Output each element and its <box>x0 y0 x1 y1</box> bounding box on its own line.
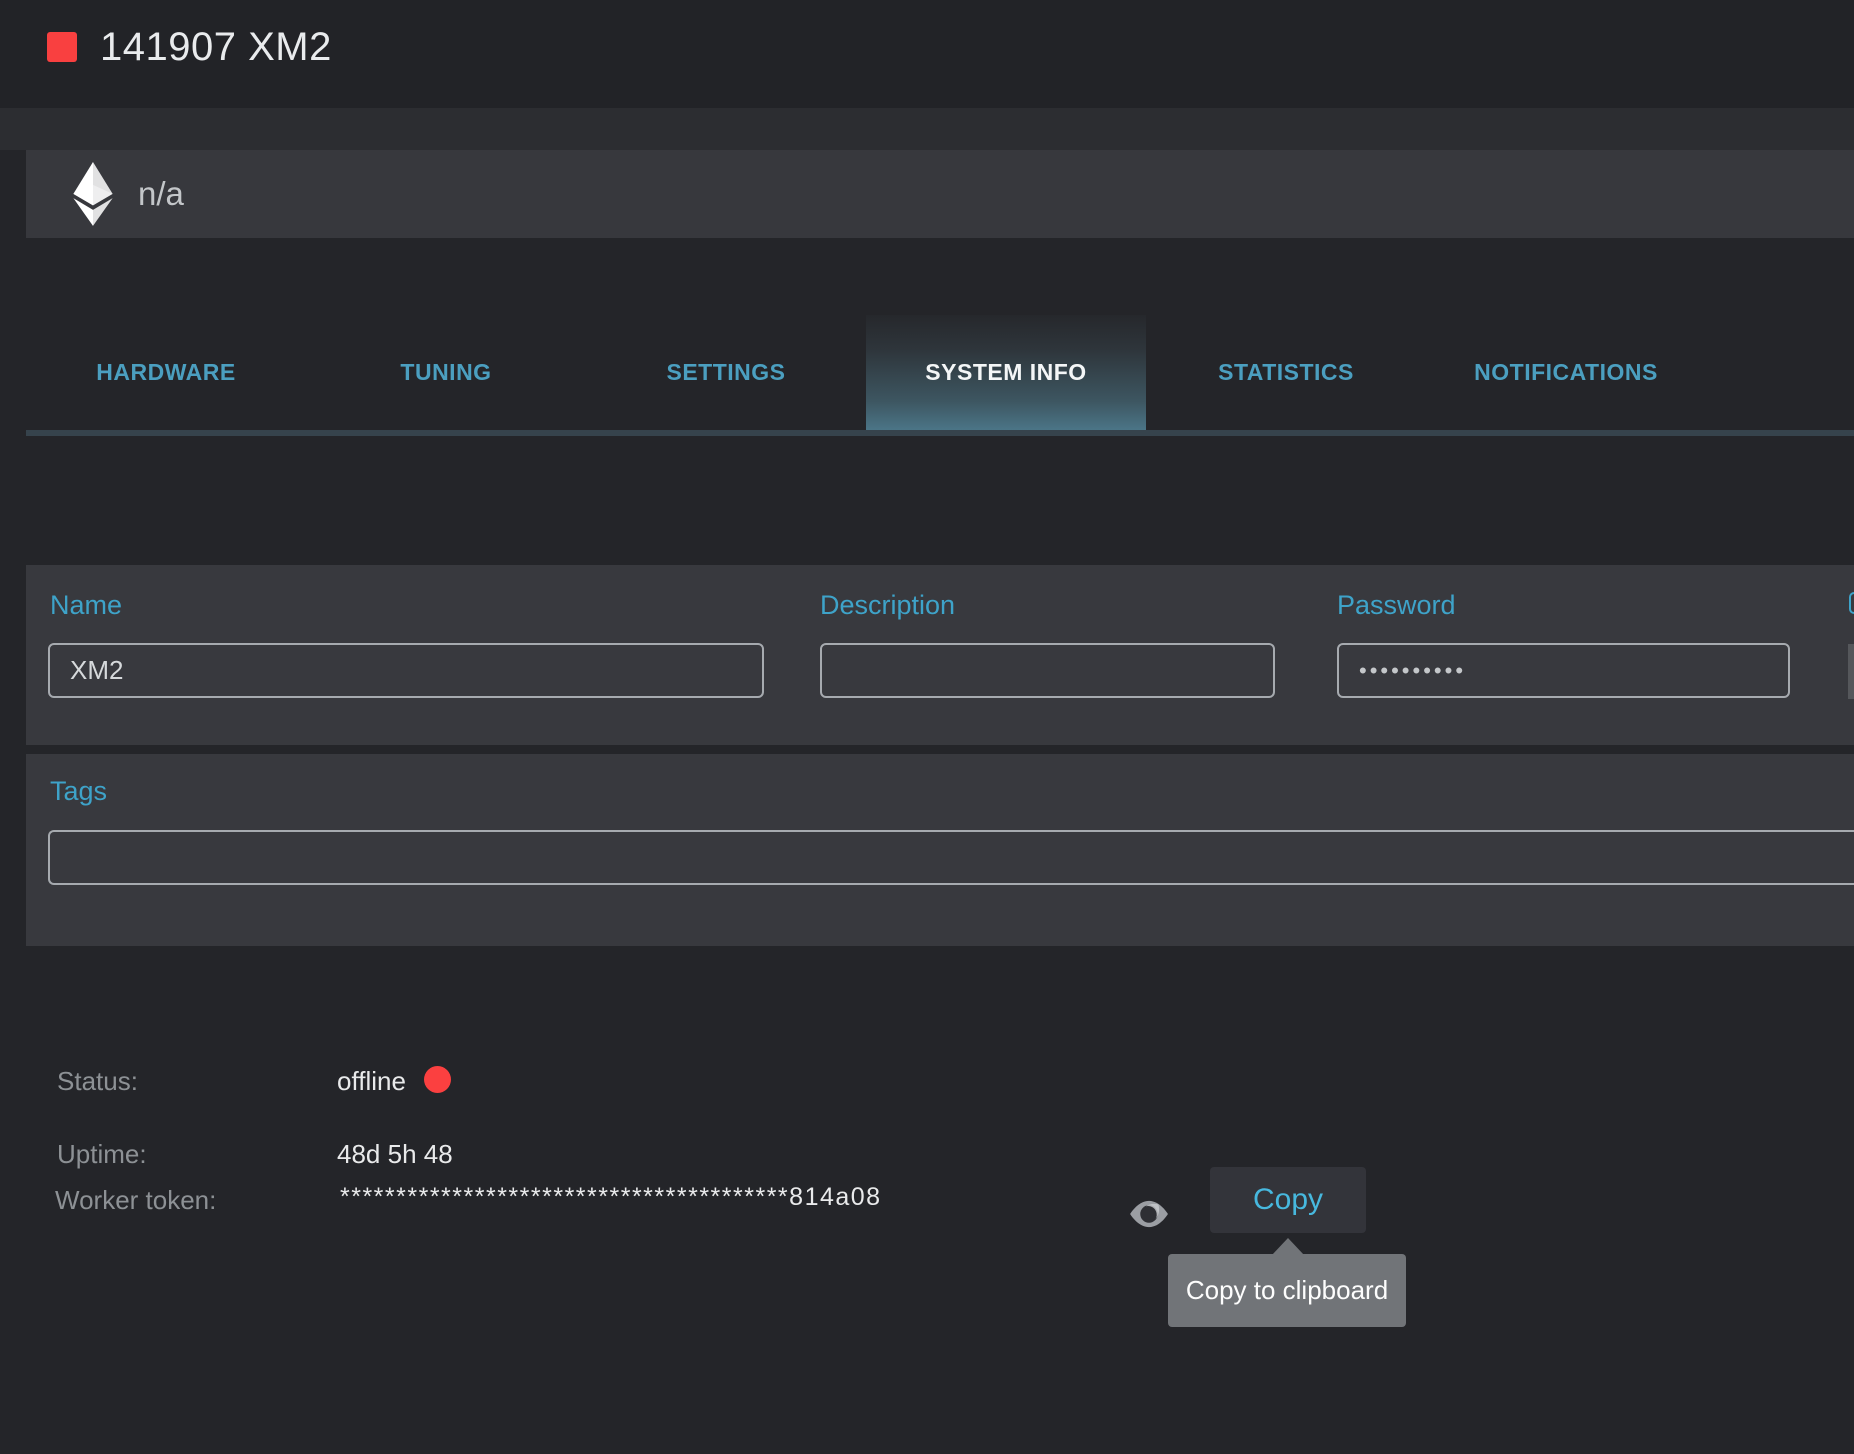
header-band <box>0 108 1854 150</box>
description-input[interactable] <box>820 643 1275 698</box>
name-label: Name <box>50 590 123 620</box>
tab-bar: HARDWARE TUNING SETTINGS SYSTEM INFO STA… <box>26 315 1854 430</box>
status-value: offline <box>337 1066 406 1096</box>
copy-button[interactable]: Copy <box>1210 1167 1366 1233</box>
tooltip-arrow <box>1272 1238 1304 1255</box>
tab-tuning[interactable]: TUNING <box>306 315 586 430</box>
cutoff-field-label <box>1849 592 1854 614</box>
page-title: 141907 XM2 <box>100 25 332 69</box>
coin-value: n/a <box>138 175 184 212</box>
password-input[interactable] <box>1337 643 1790 698</box>
copy-tooltip: Copy to clipboard <box>1168 1254 1406 1327</box>
worker-status-square <box>47 32 77 62</box>
tab-underline <box>26 430 1854 436</box>
title-bar: 141907 XM2 <box>0 0 1854 108</box>
cutoff-field-input <box>1848 644 1854 699</box>
worker-token-label: Worker token: <box>55 1185 217 1215</box>
tags-input[interactable] <box>48 830 1854 885</box>
ethereum-icon <box>73 162 113 226</box>
tab-hardware[interactable]: HARDWARE <box>26 315 306 430</box>
description-label: Description <box>820 590 956 620</box>
status-label: Status: <box>57 1066 138 1096</box>
offline-indicator-dot <box>424 1066 451 1093</box>
reveal-token-button[interactable] <box>1128 1196 1170 1232</box>
worker-token-value: ****************************************… <box>340 1183 882 1211</box>
tab-system-info[interactable]: SYSTEM INFO <box>866 315 1146 430</box>
name-input[interactable] <box>48 643 764 698</box>
tab-settings[interactable]: SETTINGS <box>586 315 866 430</box>
password-label: Password <box>1337 590 1456 620</box>
eye-icon <box>1130 1200 1168 1228</box>
tab-statistics[interactable]: STATISTICS <box>1146 315 1426 430</box>
tags-label: Tags <box>50 776 108 806</box>
tab-notifications[interactable]: NOTIFICATIONS <box>1426 315 1706 430</box>
uptime-value: 48d 5h 48 <box>337 1139 453 1169</box>
uptime-label: Uptime: <box>57 1139 147 1169</box>
coin-bar: n/a <box>26 150 1854 238</box>
